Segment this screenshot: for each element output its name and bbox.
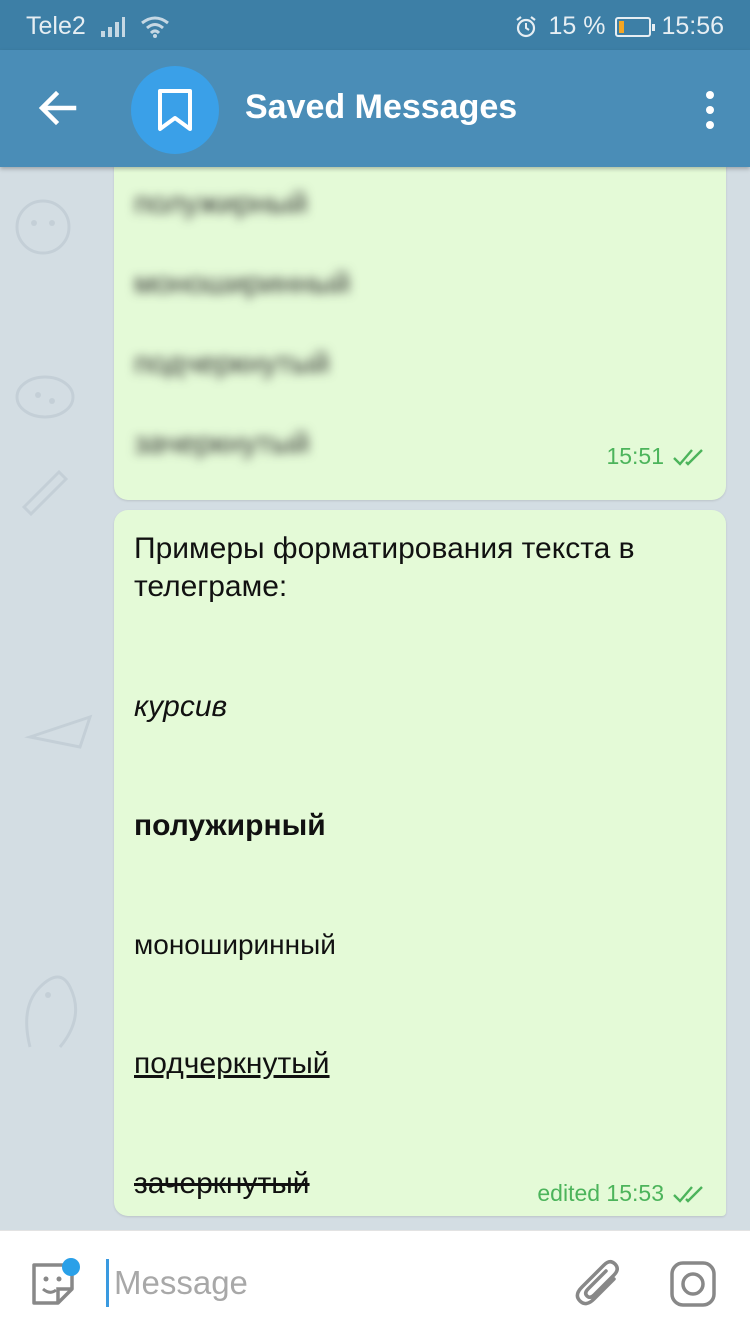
notification-dot (62, 1258, 80, 1276)
message-input[interactable] (112, 1255, 536, 1311)
more-vertical-icon[interactable] (700, 90, 720, 130)
double-check-icon (673, 448, 703, 466)
message-intro: Примеры форматирования текста в телеграм… (134, 532, 635, 603)
message-meta: 15:51 (606, 443, 708, 470)
wifi-icon (140, 16, 169, 38)
paperclip-icon[interactable] (574, 1257, 624, 1311)
message-bubble[interactable]: полужирный моноширинный подчеркнутый зач… (114, 167, 726, 500)
monospace-text: моноширинный (134, 929, 336, 960)
signal-icon (100, 16, 125, 37)
blurred-text: полужирный (134, 187, 308, 220)
back-arrow-icon[interactable] (30, 80, 86, 136)
bold-text: полужирный (134, 809, 326, 842)
chat-header: Saved Messages (0, 50, 750, 167)
message-time: 15:51 (606, 443, 664, 469)
camera-icon[interactable] (668, 1259, 718, 1309)
double-check-icon (673, 1185, 703, 1203)
message-meta: edited 15:53 (537, 1180, 708, 1207)
text-cursor (106, 1259, 109, 1307)
composer (0, 1230, 750, 1334)
avatar[interactable] (131, 66, 219, 154)
underline-text: подчеркнутый (134, 1047, 330, 1080)
battery-icon (615, 16, 656, 37)
message-time: edited 15:53 (537, 1180, 664, 1206)
battery-level (619, 20, 625, 33)
carrier-label: Tele2 (26, 12, 86, 40)
message-bubble[interactable]: Примеры форматирования текста в телеграм… (114, 510, 726, 1216)
background-doodle-icon (15, 199, 71, 255)
blurred-text: моноширинный (134, 267, 351, 300)
message-list[interactable]: полужирный моноширинный подчеркнутый зач… (0, 167, 750, 1230)
blurred-text: подчеркнутый (134, 347, 330, 380)
clock: 15:56 (661, 12, 724, 40)
battery-percent: 15 % (548, 12, 606, 40)
blurred-text: зачеркнутый (134, 427, 310, 460)
background-doodle-icon (21, 469, 69, 517)
background-doodle-icon (15, 375, 75, 419)
bookmark-icon (158, 89, 192, 131)
status-bar: Tele2 15 % 15:56 (0, 0, 750, 50)
background-doodle-icon (25, 975, 78, 1048)
alarm-icon (516, 15, 537, 37)
background-doodle-icon (24, 714, 93, 749)
strikethrough-text: зачеркнутый (134, 1167, 310, 1200)
italic-text: курсив (134, 690, 228, 723)
chat-title[interactable]: Saved Messages (245, 88, 517, 127)
